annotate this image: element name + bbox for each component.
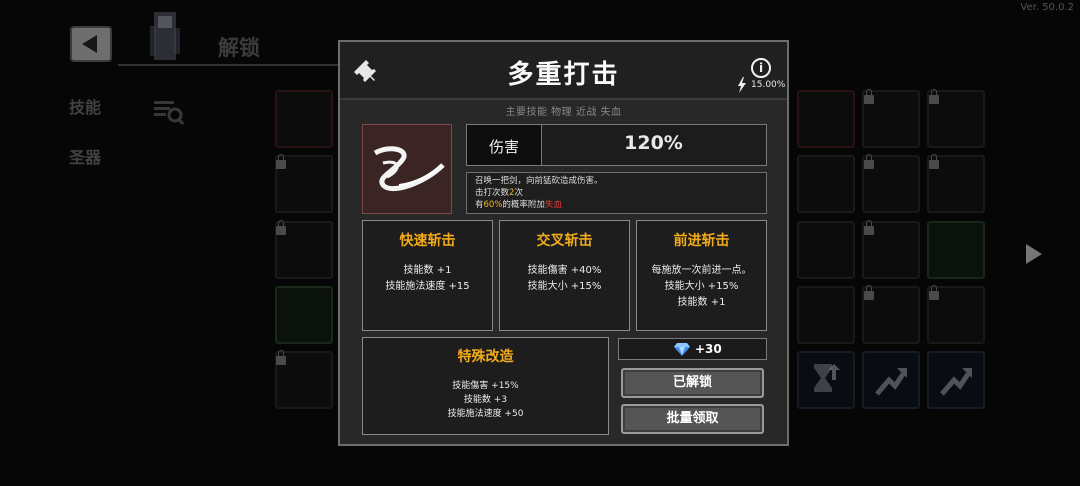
description-line: 召唤一把剑，向前猛砍造成伤害。 [475,176,603,186]
special-modification-card[interactable]: 特殊改造 技能傷害 +15% 技能数 +3 技能施法速度 +50 [362,337,609,435]
upgrade-stat: 每施放一次前进一点。 [651,265,752,276]
unlocked-button[interactable]: 已解锁 [621,368,764,398]
gem-amount: +30 [695,342,722,356]
skill-description: 召唤一把剑，向前猛砍造成伤害。 击打次数2次 有60%的概率附加失血 [466,172,767,214]
info-icon[interactable]: i [751,58,771,78]
special-title: 特殊改造 [457,349,514,365]
upgrade-stat: 技能傷害 +40% [527,265,602,276]
skill-tags: 主要技能 物理 近战 失血 [505,107,622,118]
upgrade-title: 快速斩击 [399,233,456,249]
upgrade-card-cross-slash[interactable]: 交叉斩击 技能傷害 +40% 技能大小 +15% [499,220,630,331]
special-stat: 技能傷害 +15% [452,381,519,391]
upgrade-stat: 技能施法速度 +15 [385,281,470,292]
bleed-effect: 失血 [544,200,562,210]
skill-detail-modal: 多重打击 i 15.00% 主要技能 物理 近战 失血 伤害 120% 召唤一把… [338,40,789,446]
damage-label-cell: 伤害 [467,125,542,165]
description-line: 击打次数2次 [475,188,523,198]
upgrade-title: 前进斩击 [673,233,730,249]
upgrade-stat: 技能大小 +15% [664,281,739,292]
upgrade-card-forward-slash[interactable]: 前进斩击 每施放一次前进一点。 技能大小 +15% 技能数 +1 [636,220,767,331]
damage-value: 120% [624,132,683,154]
diamond-icon [674,343,690,356]
special-stat: 技能施法速度 +50 [447,409,524,419]
modal-title: 多重打击 [507,60,620,90]
skill-icon-frame [362,124,452,214]
modal-header: 多重打击 i 15.00% [340,42,787,100]
lightning-icon [738,77,746,93]
gem-reward: +30 [618,338,767,360]
special-stat: 技能数 +3 [463,395,508,405]
damage-label: 伤害 [488,138,519,156]
upgrade-stat: 技能大小 +15% [527,281,602,292]
upgrade-stat: 技能数 +1 [677,297,726,308]
cooldown-percent: 15.00% [751,80,786,90]
upgrade-stat: 技能数 +1 [403,265,452,276]
upgrade-title: 交叉斩击 [536,233,593,249]
description-line: 有60%的概率附加失血 [475,200,562,210]
upgrade-card-quick-slash[interactable]: 快速斩击 技能数 +1 技能施法速度 +15 [362,220,493,331]
slash-icon [373,146,445,192]
bleed-chance: 60% [483,200,503,210]
damage-panel: 伤害 120% [466,124,767,166]
bulk-claim-button[interactable]: 批量领取 [621,404,764,434]
